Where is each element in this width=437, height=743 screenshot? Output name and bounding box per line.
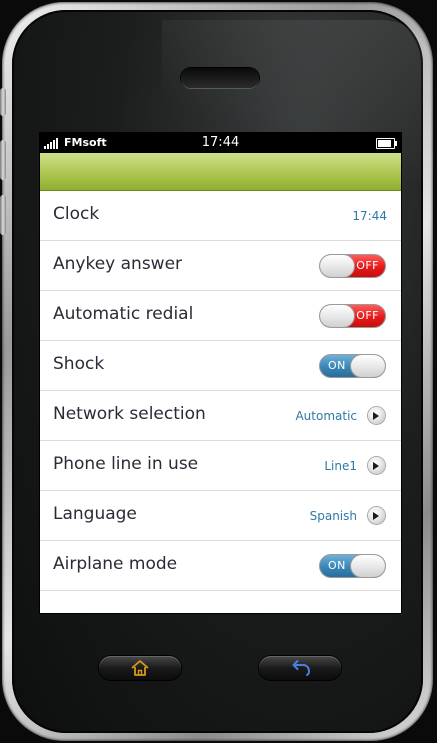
setting-row-automatic-redial: Automatic redial OFF bbox=[40, 291, 401, 341]
toggle-knob[interactable] bbox=[350, 355, 385, 377]
toggle-knob[interactable] bbox=[350, 555, 385, 577]
volume-down-button bbox=[0, 195, 6, 235]
back-arrow-icon bbox=[292, 660, 311, 676]
setting-label: Language bbox=[53, 504, 137, 524]
setting-row-anykey-answer: Anykey answer OFF bbox=[40, 241, 401, 291]
toggle-state-label: OFF bbox=[356, 309, 379, 322]
airplane-mode-toggle[interactable]: ON bbox=[319, 554, 386, 578]
toggle-knob[interactable] bbox=[320, 255, 355, 277]
chevron-right-icon[interactable] bbox=[368, 407, 385, 424]
back-button[interactable] bbox=[259, 656, 341, 680]
setting-label: Network selection bbox=[53, 404, 206, 424]
setting-row-phone-line[interactable]: Phone line in use Line1 bbox=[40, 441, 401, 491]
setting-row-shock: Shock ON bbox=[40, 341, 401, 391]
settings-list: Clock 17:44 Anykey answer OFF Automatic … bbox=[40, 191, 401, 591]
chevron-right-icon[interactable] bbox=[368, 457, 385, 474]
setting-label: Airplane mode bbox=[53, 554, 178, 574]
setting-label: Clock bbox=[53, 204, 100, 224]
clock-value: 17:44 bbox=[352, 209, 387, 223]
toggle-knob[interactable] bbox=[320, 305, 355, 327]
phone-screen: FMsoft 17:44 Clock 17:44 Anykey answer O… bbox=[40, 133, 401, 613]
chevron-right-icon[interactable] bbox=[368, 507, 385, 524]
home-button[interactable] bbox=[99, 656, 181, 680]
language-value: Spanish bbox=[309, 509, 357, 523]
status-bar: FMsoft 17:44 bbox=[40, 133, 401, 153]
home-icon bbox=[131, 660, 149, 676]
shock-toggle[interactable]: ON bbox=[319, 354, 386, 378]
setting-label: Shock bbox=[53, 354, 105, 374]
toggle-state-label: ON bbox=[328, 359, 346, 372]
setting-row-language[interactable]: Language Spanish bbox=[40, 491, 401, 541]
phone-line-value: Line1 bbox=[324, 459, 357, 473]
title-bar bbox=[40, 153, 401, 191]
setting-row-network-selection[interactable]: Network selection Automatic bbox=[40, 391, 401, 441]
automatic-redial-toggle[interactable]: OFF bbox=[319, 304, 386, 328]
toggle-state-label: ON bbox=[328, 559, 346, 572]
setting-row-airplane-mode: Airplane mode ON bbox=[40, 541, 401, 591]
anykey-answer-toggle[interactable]: OFF bbox=[319, 254, 386, 278]
mute-switch bbox=[0, 88, 6, 116]
setting-label: Automatic redial bbox=[53, 304, 194, 324]
battery-icon bbox=[376, 138, 397, 149]
toggle-state-label: OFF bbox=[356, 259, 379, 272]
volume-up-button bbox=[0, 140, 6, 180]
network-selection-value: Automatic bbox=[295, 409, 357, 423]
status-time: 17:44 bbox=[201, 135, 240, 150]
setting-label: Anykey answer bbox=[53, 254, 183, 274]
setting-row-clock[interactable]: Clock 17:44 bbox=[40, 191, 401, 241]
earpiece-speaker bbox=[181, 68, 259, 88]
setting-label: Phone line in use bbox=[53, 454, 199, 474]
